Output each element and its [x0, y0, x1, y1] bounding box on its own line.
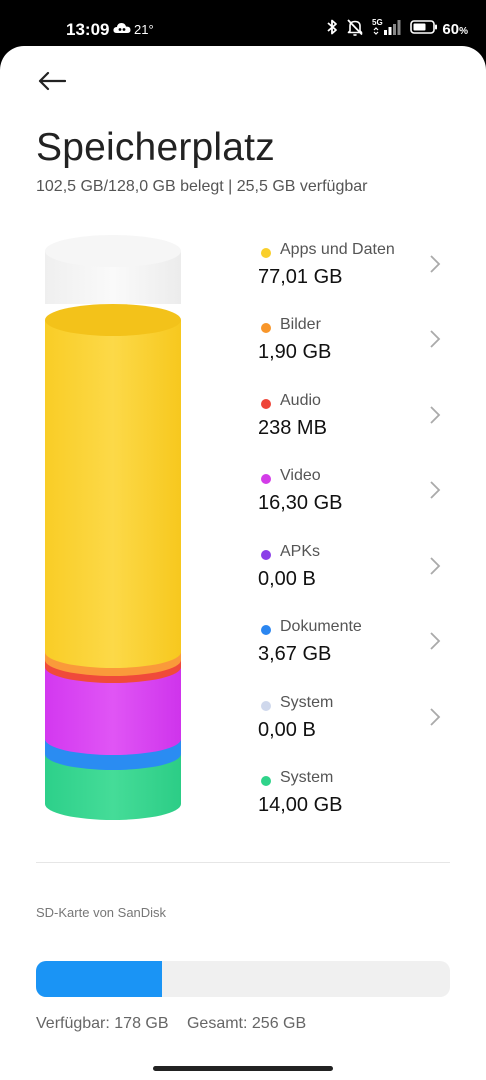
legend-value: 0,00 B: [258, 568, 316, 590]
segment-apps-top: [45, 304, 181, 336]
section-divider: [36, 862, 450, 863]
legend-dot: [261, 323, 271, 333]
legend-item-audio[interactable]: Audio 238 MB: [258, 389, 458, 449]
status-bar: 13:09 21° 5G 60%: [0, 0, 486, 46]
legend-item-system: System 14,00 GB: [258, 766, 458, 826]
storage-screen: Speicherplatz 102,5 GB/128,0 GB belegt |…: [0, 46, 486, 1080]
legend-item-apps[interactable]: Apps und Daten 77,01 GB: [258, 238, 458, 298]
sd-card-usage-fill: [36, 961, 163, 997]
legend-value: 77,01 GB: [258, 266, 343, 288]
chevron-right-icon: [428, 403, 442, 427]
weather-cloud-icon: [113, 21, 131, 40]
chevron-right-icon: [428, 327, 442, 351]
legend-value: 238 MB: [258, 417, 327, 439]
sd-card-title: SD-Karte von SanDisk: [36, 905, 167, 920]
battery-unit: %: [459, 25, 468, 37]
legend-value: 3,67 GB: [258, 643, 332, 665]
legend-value: 0,00 B: [258, 719, 316, 741]
svg-text:5G: 5G: [372, 18, 383, 27]
temperature: 21°: [134, 22, 154, 37]
storage-summary: 102,5 GB/128,0 GB belegt | 25,5 GB verfü…: [36, 178, 368, 195]
legend-dot: [261, 625, 271, 635]
legend-dot: [261, 550, 271, 560]
legend-label: System: [280, 694, 334, 711]
segment-apps: [45, 320, 181, 668]
legend-label: APKs: [280, 543, 321, 560]
sd-card-available: Verfügbar: 178 GB: [36, 1015, 169, 1032]
legend-label: Bilder: [280, 316, 321, 333]
storage-cylinder-chart: [44, 234, 182, 824]
legend-item-system-cache[interactable]: System 0,00 B: [258, 691, 458, 751]
chevron-right-icon: [428, 629, 442, 653]
signal-5g-icon: 5G: [372, 17, 402, 42]
page-title: Speicherplatz: [36, 126, 275, 169]
back-arrow-icon: [38, 71, 67, 96]
legend-dot: [261, 248, 271, 258]
legend-dot: [261, 474, 271, 484]
chevron-right-icon: [428, 478, 442, 502]
battery-icon: [410, 19, 438, 39]
bluetooth-icon: [326, 18, 338, 41]
chevron-right-icon: [428, 252, 442, 276]
sd-card-total: Gesamt: 256 GB: [186, 1015, 307, 1032]
legend-dot: [261, 701, 271, 711]
legend-label: Apps und Daten: [280, 241, 395, 258]
legend-dot: [261, 399, 271, 409]
sd-card-usage-bar[interactable]: [36, 961, 450, 997]
cylinder-top: [45, 235, 181, 267]
chevron-right-icon: [428, 705, 442, 729]
legend-item-video[interactable]: Video 16,30 GB: [258, 464, 458, 524]
legend-value: 16,30 GB: [258, 492, 343, 514]
chevron-right-icon: [428, 554, 442, 578]
sd-card-info: Verfügbar: 178 GB Gesamt: 256 GB: [36, 1015, 320, 1033]
back-button[interactable]: [30, 66, 74, 100]
legend-label: Video: [280, 467, 321, 484]
home-indicator[interactable]: [153, 1066, 333, 1071]
bell-muted-icon: [346, 18, 364, 41]
legend-value: 1,90 GB: [258, 341, 332, 363]
legend-label: Dokumente: [280, 618, 362, 635]
legend-dot: [261, 776, 271, 786]
clock: 13:09: [66, 20, 110, 39]
battery-percentage: 60%: [442, 21, 468, 38]
legend-item-dokumente[interactable]: Dokumente 3,67 GB: [258, 615, 458, 675]
legend-item-bilder[interactable]: Bilder 1,90 GB: [258, 313, 458, 373]
legend-label: Audio: [280, 392, 321, 409]
battery-value: 60: [442, 20, 460, 38]
legend-item-apks[interactable]: APKs 0,00 B: [258, 540, 458, 600]
legend-label: System: [280, 769, 334, 786]
legend-value: 14,00 GB: [258, 794, 343, 816]
